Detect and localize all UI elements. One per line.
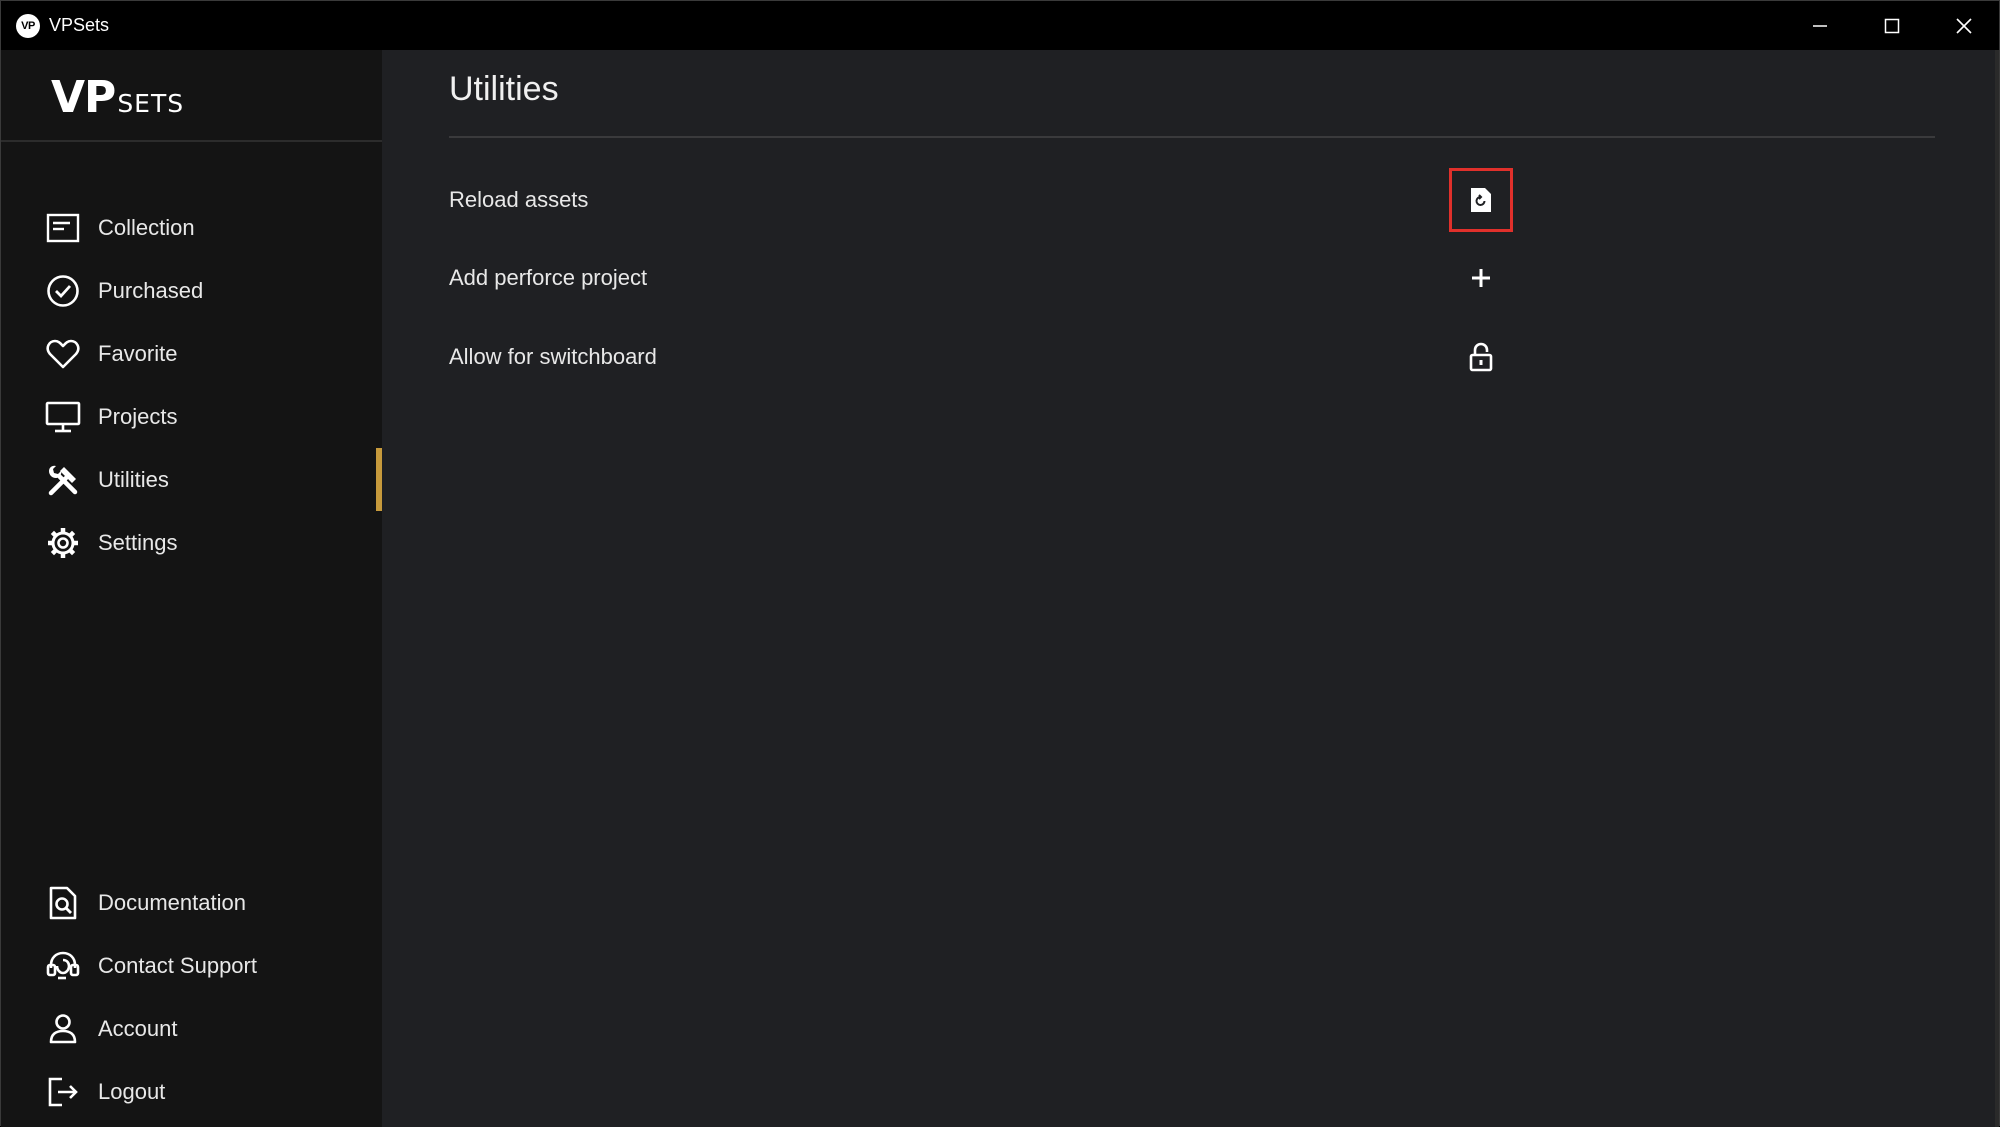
sidebar-item-label: Favorite (98, 340, 178, 366)
window-title: VPSets (49, 15, 110, 35)
utility-label: Reload assets (449, 187, 589, 212)
sidebar-bottom-nav: Documentation Contact Support Account Lo… (1, 871, 382, 1123)
gear-icon (45, 525, 81, 561)
sidebar-item-account[interactable]: Account (1, 997, 382, 1060)
sidebar-item-label: Utilities (98, 466, 169, 492)
sidebar-item-label: Logout (98, 1078, 166, 1104)
plus-icon (1472, 269, 1490, 287)
reload-file-icon (1471, 188, 1491, 212)
sidebar-item-label: Account (98, 1015, 178, 1041)
brand-vp: VP (51, 72, 116, 123)
user-icon (45, 1011, 81, 1047)
sidebar-nav: Collection Purchased Favorite Projects U… (1, 196, 382, 574)
sidebar-item-label: Collection (98, 214, 195, 240)
utility-row-allow-for-switchboard: Allow for switchboard (449, 325, 1549, 389)
monitor-icon (45, 399, 81, 435)
document-search-icon (45, 885, 81, 921)
sidebar-item-label: Documentation (98, 889, 246, 915)
unlock-icon (1469, 342, 1493, 372)
sidebar-item-purchased[interactable]: Purchased (1, 259, 382, 322)
sidebar-divider (1, 140, 382, 142)
page-title: Utilities (449, 70, 559, 108)
title-bar: VP VPSets (1, 1, 1999, 50)
window-edge (1995, 50, 1999, 1127)
maximize-button[interactable] (1856, 1, 1928, 50)
title-divider (449, 136, 1935, 138)
logout-icon (45, 1074, 81, 1110)
utility-label: Allow for switchboard (449, 344, 657, 369)
app-logo-icon: VP (16, 14, 40, 38)
sidebar-item-collection[interactable]: Collection (1, 196, 382, 259)
sidebar: VP SETS Collection Purchased Favorite Pr… (1, 50, 382, 1127)
minimize-button[interactable] (1784, 1, 1856, 50)
heart-icon (45, 336, 81, 372)
brand-logo: VP SETS (51, 72, 184, 132)
brand-sets: SETS (117, 89, 185, 118)
allow-for-switchboard-button[interactable] (1449, 325, 1513, 389)
maximize-icon (1884, 18, 1900, 33)
app-window: VP VPSets VP SETS Collection Purchased F… (0, 0, 2000, 1127)
minimize-icon (1813, 24, 1827, 27)
tools-icon (45, 462, 81, 498)
utility-label: Add perforce project (449, 265, 648, 290)
sidebar-item-projects[interactable]: Projects (1, 385, 382, 448)
close-icon (1956, 17, 1972, 34)
utility-row-reload-assets: Reload assets (449, 168, 1549, 232)
add-perforce-project-button[interactable] (1449, 246, 1513, 310)
check-circle-icon (45, 273, 81, 309)
sidebar-item-documentation[interactable]: Documentation (1, 871, 382, 934)
reload-assets-button[interactable] (1449, 168, 1513, 232)
sidebar-item-logout[interactable]: Logout (1, 1060, 382, 1123)
sidebar-item-label: Settings (98, 529, 178, 555)
sidebar-item-label: Contact Support (98, 952, 257, 978)
sidebar-item-label: Purchased (98, 277, 204, 303)
sidebar-item-favorite[interactable]: Favorite (1, 322, 382, 385)
main-panel: Utilities Reload assets Add perforce pro… (382, 50, 1999, 1127)
sidebar-item-label: Projects (98, 403, 178, 429)
utility-row-add-perforce-project: Add perforce project (449, 246, 1549, 310)
close-button[interactable] (1928, 1, 2000, 50)
sidebar-item-settings[interactable]: Settings (1, 511, 382, 574)
headset-icon (45, 948, 81, 984)
collection-icon (45, 210, 81, 246)
sidebar-item-utilities[interactable]: Utilities (1, 448, 382, 511)
sidebar-item-contact-support[interactable]: Contact Support (1, 934, 382, 997)
